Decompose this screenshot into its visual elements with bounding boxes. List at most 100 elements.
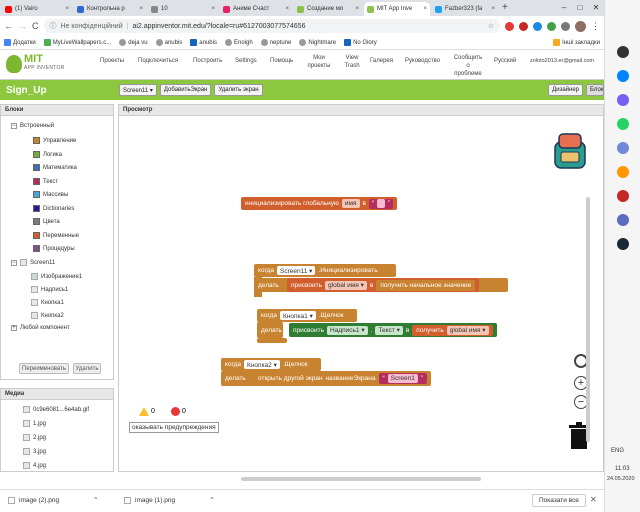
close-icon[interactable]: × (211, 6, 215, 12)
button1-click-event[interactable]: когда Кнопка1 ▾ .Щелчок (257, 309, 357, 322)
variable-dropdown[interactable]: global имя ▾ (446, 325, 489, 335)
menu-help[interactable]: Помощь (270, 57, 293, 65)
bookmark-item[interactable]: MyLiveWallpapers.c... (43, 39, 111, 46)
browser-tab[interactable]: Создание мо × (294, 2, 362, 16)
back-icon[interactable]: ← (4, 21, 13, 31)
property-dropdown[interactable]: Текст ▾ (375, 325, 403, 335)
extension-icon-translate[interactable] (533, 21, 542, 31)
block-category[interactable]: Переменные (33, 232, 79, 239)
bookmark-item[interactable]: Nightmare (299, 39, 336, 46)
close-icon[interactable]: × (423, 6, 427, 12)
star-icon[interactable]: ☆ (488, 22, 494, 30)
menu-gallery[interactable]: Галерея (370, 57, 393, 65)
browser-tab-active[interactable]: MIT App Inve × (364, 2, 430, 16)
show-warnings-button[interactable]: оказывать предупреждения (129, 422, 219, 433)
close-icon[interactable]: ✕ (590, 495, 597, 504)
text-field[interactable] (377, 199, 386, 208)
close-icon[interactable]: × (285, 6, 289, 12)
sidebar-icon[interactable] (617, 46, 629, 58)
media-file[interactable]: 1.jpg (23, 420, 46, 427)
get-start-value-block[interactable]: получить начальное значение (376, 279, 476, 291)
whatsapp-icon[interactable] (617, 118, 629, 130)
download-item[interactable]: image (2).png ⌃ (8, 496, 99, 504)
app-icon[interactable] (617, 190, 629, 202)
close-icon[interactable]: × (139, 6, 143, 12)
reload-icon[interactable]: C (32, 21, 39, 31)
media-file[interactable]: 3.jpg (23, 448, 46, 455)
tree-builtin[interactable]: − Встроенный (11, 123, 54, 129)
close-window-button[interactable]: ✕ (588, 0, 604, 14)
browser-tab[interactable]: Аниме Счаст × (220, 2, 292, 16)
browser-tab[interactable]: Контрольна р × (74, 2, 146, 16)
block-category[interactable]: Управление (33, 137, 76, 144)
set-property-block[interactable]: присвоить Надпись1 ▾ . Текст ▾ в получит… (289, 323, 497, 337)
menu-report-issue[interactable]: Сообщить о проблеме (452, 54, 484, 78)
text-string-block[interactable]: “” (368, 198, 394, 209)
appinventor-logo[interactable]: MIT APP INVENTOR (0, 50, 90, 80)
chevron-up-icon[interactable]: ⌃ (93, 496, 98, 504)
menu-projects[interactable]: Проекты (100, 57, 124, 65)
close-icon[interactable]: × (491, 6, 495, 12)
screen-select-dropdown[interactable]: Screen11 ▾ (119, 84, 157, 96)
bookmark-item[interactable]: deja vu (119, 39, 148, 46)
browser-tab[interactable]: 10 × (148, 2, 218, 16)
text-string-block[interactable]: “Screen1” (378, 373, 428, 384)
horizontal-scrollbar[interactable] (241, 477, 481, 481)
tree-any-component[interactable]: + Любой компонент (11, 325, 70, 331)
expand-icon[interactable]: + (11, 325, 17, 331)
new-tab-button[interactable]: + (502, 2, 508, 13)
add-screen-button[interactable]: ДобавитьЭкран (159, 84, 212, 96)
media-file[interactable]: 4.jpg (23, 462, 46, 469)
browser-tab[interactable]: Fazber323 (fa × (432, 2, 498, 16)
text-field[interactable]: Screen1 (387, 374, 418, 383)
block-category[interactable]: Массивы (33, 191, 68, 198)
block-category[interactable]: Dictionaries (33, 205, 74, 212)
remove-screen-button[interactable]: Удалить экран (214, 84, 263, 96)
tree-component[interactable]: Изображение1 (31, 273, 82, 280)
button2-click-event[interactable]: когда Кнопка2 ▾ .Щелчок (221, 358, 321, 371)
backpack-icon[interactable] (551, 130, 589, 170)
menu-my-projects[interactable]: Мои проекты (306, 54, 332, 70)
screen-initialize-event[interactable]: когда Screen11 ▾ .Инициализировать (254, 264, 396, 277)
block-category[interactable]: Текст (33, 178, 58, 185)
menu-connect[interactable]: Подключиться (138, 57, 178, 65)
blocks-button[interactable]: Блоки (586, 84, 604, 96)
messenger-icon[interactable] (617, 70, 629, 82)
close-icon[interactable]: × (65, 6, 69, 12)
delete-button[interactable]: Удалить (73, 363, 101, 374)
bookmark-item[interactable]: Додатки (4, 39, 36, 46)
variable-dropdown[interactable]: global имя ▾ (325, 280, 367, 290)
extension-icon-vpn[interactable] (547, 21, 556, 31)
tree-component[interactable]: Кнопка2 (31, 312, 64, 319)
component-dropdown[interactable]: Кнопка2 ▾ (244, 360, 280, 369)
warning-indicator[interactable]: 0 (139, 407, 155, 416)
media-file[interactable]: 2.jpg (23, 434, 46, 441)
set-variable-block[interactable]: присвоить global имя ▾ в получить началь… (287, 278, 480, 292)
minimize-button[interactable]: – (556, 0, 572, 14)
bookmark-item[interactable]: anubis (190, 39, 217, 46)
collapse-icon[interactable]: − (11, 259, 17, 266)
extension-icon-adblock[interactable] (519, 21, 528, 31)
tree-component[interactable]: Кнопка1 (31, 299, 64, 306)
menu-language[interactable]: Русский (494, 57, 516, 65)
open-another-screen-block[interactable]: открыть другой экран названиеЭкрана “Scr… (254, 371, 432, 386)
bookmark-item[interactable]: Enoigh (224, 39, 253, 46)
error-indicator[interactable]: 0 (171, 407, 186, 416)
menu-guide[interactable]: Руководство (405, 57, 440, 65)
blocks-workspace[interactable]: инициализировать глобальную имя в “” ког… (121, 122, 593, 481)
extension-icon-puzzle[interactable] (561, 21, 570, 31)
menu-settings[interactable]: Settings (235, 57, 257, 65)
forward-icon[interactable]: → (18, 21, 27, 31)
teams-icon[interactable] (617, 214, 629, 226)
block-category[interactable]: Процедуры (33, 245, 75, 252)
download-item[interactable]: image (1).png ⌃ (124, 496, 215, 504)
other-bookmarks[interactable]: Інші закладки (553, 39, 600, 46)
close-icon[interactable]: × (355, 6, 359, 12)
show-all-button[interactable]: Показати все (532, 494, 586, 507)
block-category[interactable]: Цвета (33, 218, 60, 225)
menu-build[interactable]: Построить (193, 57, 222, 65)
collapse-icon[interactable]: − (11, 123, 17, 129)
url-bar[interactable]: ⓘ Не конфіденційний | ai2.appinventor.mi… (43, 19, 500, 33)
block-category[interactable]: Логика (33, 151, 62, 158)
get-variable-block[interactable]: получить global имя ▾ (412, 324, 493, 336)
